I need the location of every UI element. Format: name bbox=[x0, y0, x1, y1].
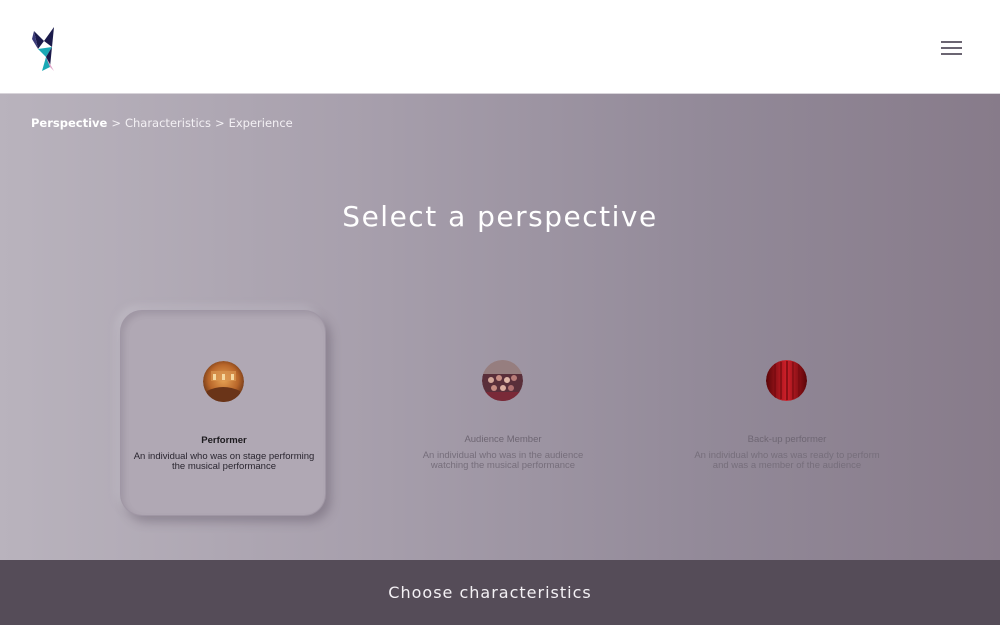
card-title: Performer bbox=[201, 435, 247, 446]
logo-icon[interactable] bbox=[32, 27, 58, 73]
red-curtain-photo-icon bbox=[766, 360, 807, 401]
main-content: Perspective > Characteristics > Experience S… bbox=[0, 94, 1000, 560]
card-title: Back-up performer bbox=[747, 434, 827, 445]
page-title: Select a perspective bbox=[342, 200, 658, 233]
choose-characteristics-label: Choose characteristics bbox=[388, 583, 592, 602]
audience-photo-icon bbox=[482, 360, 523, 401]
card-description: An individual who was was ready to perfo… bbox=[694, 450, 880, 471]
breadcrumb-item-perspective[interactable]: Perspective bbox=[31, 116, 107, 130]
breadcrumb-separator: > bbox=[214, 116, 225, 130]
card-description: An individual who was on stage performin… bbox=[133, 451, 315, 472]
breadcrumb-separator: > bbox=[111, 116, 121, 130]
choose-characteristics-button[interactable]: Choose characteristics bbox=[0, 560, 1000, 625]
perspective-card-audience-member[interactable]: Audience Member An individual who was in… bbox=[400, 310, 606, 516]
concert-hall-photo-icon bbox=[203, 361, 244, 402]
breadcrumb: Perspective > Characteristics > Experience bbox=[31, 116, 293, 130]
breadcrumb-item-experience[interactable]: Experience bbox=[229, 116, 293, 130]
top-navigation-bar bbox=[0, 0, 1000, 94]
breadcrumb-item-characteristics[interactable]: Characteristics bbox=[125, 116, 211, 130]
card-description: An individual who was in the audience wa… bbox=[422, 450, 584, 471]
perspective-card-performer[interactable]: Performer An individual who was on stage… bbox=[120, 310, 326, 516]
card-title: Audience Member bbox=[464, 434, 542, 445]
perspective-card-backup-performer[interactable]: Back-up performer An individual who was … bbox=[684, 310, 890, 516]
hamburger-menu-icon[interactable] bbox=[940, 38, 964, 62]
